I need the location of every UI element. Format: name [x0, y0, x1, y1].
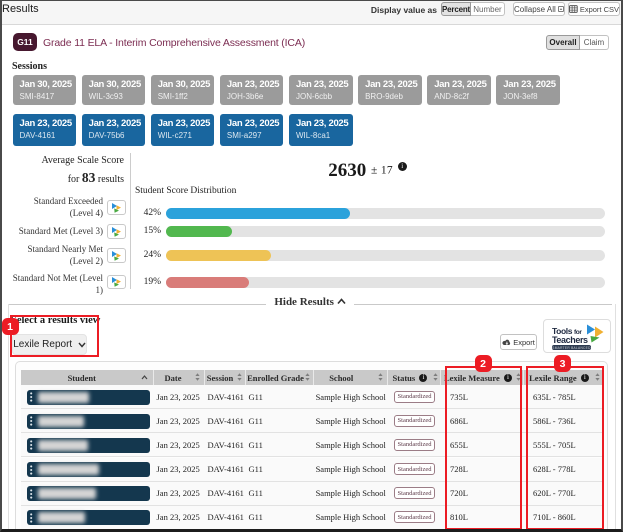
svg-text:SMARTER BALANCED: SMARTER BALANCED	[552, 345, 591, 349]
